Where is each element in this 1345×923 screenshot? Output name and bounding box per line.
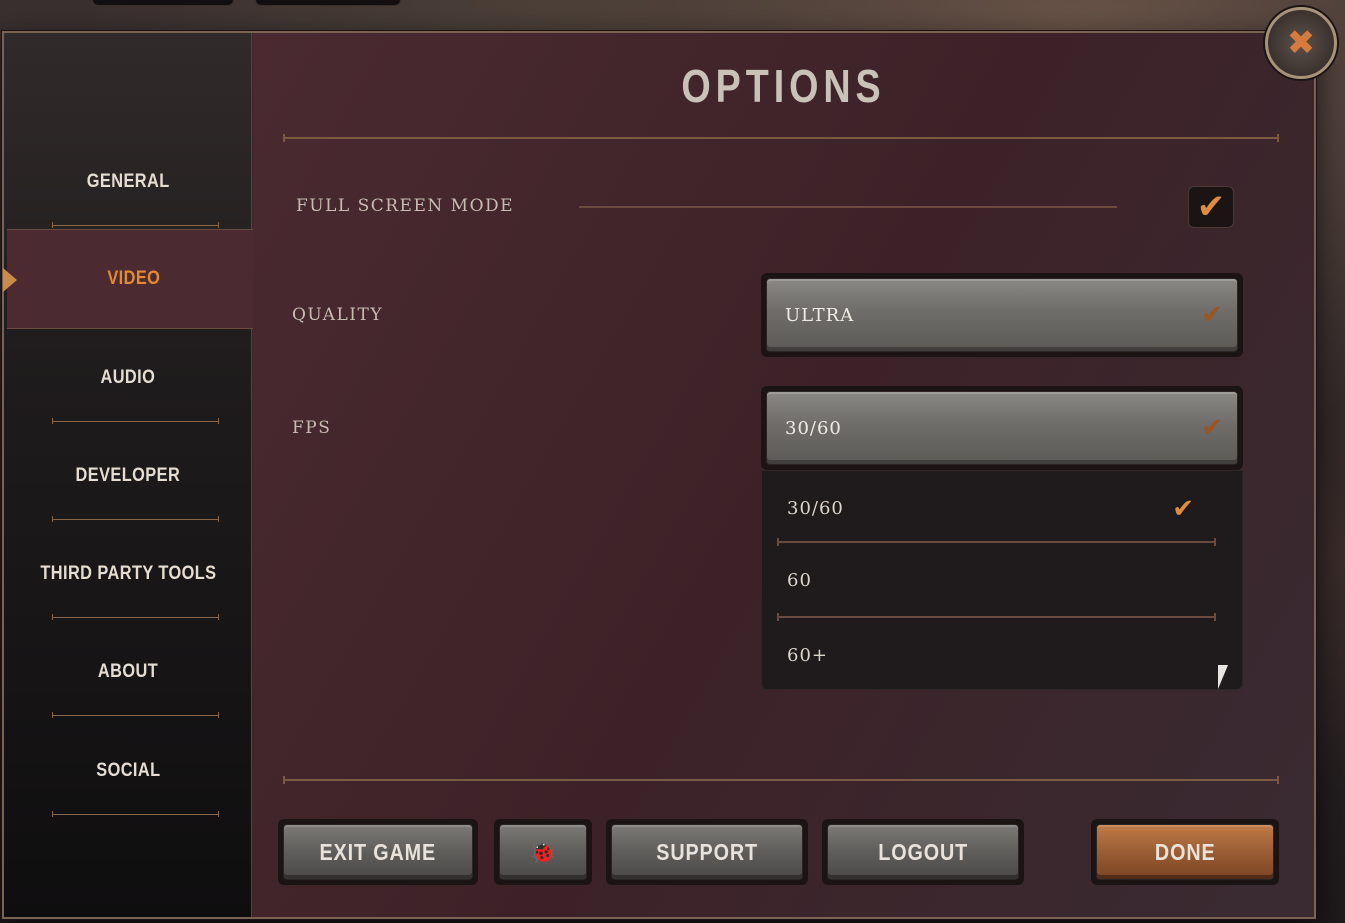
option-label: 30/60 — [787, 498, 844, 519]
divider — [52, 811, 219, 817]
hud-element — [255, 0, 401, 6]
done-button[interactable]: DONE — [1091, 819, 1279, 885]
options-dialog: GENERAL VIDEO AUDIO DEVELOPER THIRD PART… — [2, 31, 1316, 919]
fps-value: 30/60 — [785, 417, 842, 439]
checkmark-icon: ✔ — [1196, 187, 1226, 227]
options-content: OPTIONS FULL SCREEN MODE ✔ QUALITY ULTRA… — [253, 33, 1314, 917]
fps-option-60[interactable]: 60 — [762, 543, 1242, 618]
divider — [283, 776, 1279, 784]
support-button[interactable]: SUPPORT — [606, 819, 808, 885]
divider — [52, 614, 219, 620]
hud-element — [92, 0, 234, 6]
fullscreen-checkbox[interactable]: ✔ — [1188, 186, 1234, 228]
sidebar-item-social[interactable]: SOCIAL — [4, 722, 252, 820]
button-label: LOGOUT — [878, 838, 968, 865]
option-label: 60+ — [787, 645, 828, 666]
divider — [52, 418, 219, 424]
active-indicator-icon — [3, 268, 17, 292]
option-label: 60 — [787, 570, 812, 591]
sidebar-item-about[interactable]: ABOUT — [4, 623, 252, 721]
sidebar-item-label: DEVELOPER — [75, 465, 181, 486]
button-label: SUPPORT — [656, 838, 758, 865]
fullscreen-label: FULL SCREEN MODE — [296, 196, 515, 216]
button-label: EXIT GAME — [319, 838, 437, 865]
fps-label: FPS — [292, 418, 332, 438]
sidebar-item-label: AUDIO — [100, 367, 156, 388]
fps-option-60-plus[interactable]: 60+ — [762, 618, 1242, 693]
report-bug-button[interactable]: 🐞 — [494, 819, 592, 885]
exit-game-button[interactable]: EXIT GAME — [278, 819, 478, 885]
divider — [52, 516, 219, 522]
sidebar-item-general[interactable]: GENERAL — [4, 133, 252, 231]
sidebar-item-audio[interactable]: AUDIO — [4, 329, 252, 427]
page-title: OPTIONS — [681, 60, 886, 112]
sidebar-item-label: VIDEO — [107, 268, 161, 289]
divider — [579, 206, 1117, 208]
mouse-cursor-icon — [1218, 665, 1228, 689]
sidebar-item-label: GENERAL — [86, 171, 170, 192]
quality-dropdown[interactable]: ULTRA ✔ — [761, 273, 1243, 357]
fps-option-30-60[interactable]: 30/60 ✔ — [762, 471, 1242, 546]
options-sidebar: GENERAL VIDEO AUDIO DEVELOPER THIRD PART… — [3, 33, 261, 917]
close-icon: ✖ — [1286, 23, 1316, 63]
fps-dropdown[interactable]: 30/60 ✔ — [761, 386, 1243, 470]
sidebar-item-label: SOCIAL — [95, 760, 161, 781]
sidebar-item-label: ABOUT — [97, 661, 159, 682]
divider — [52, 222, 219, 228]
button-label: DONE — [1154, 838, 1216, 865]
quality-label: QUALITY — [292, 305, 384, 325]
checkmark-icon: ✔ — [1172, 493, 1194, 524]
divider — [52, 712, 219, 718]
sidebar-item-label: THIRD PARTY TOOLS — [39, 563, 217, 584]
sidebar-item-video[interactable]: VIDEO — [3, 229, 261, 329]
divider — [283, 134, 1279, 142]
chevron-down-icon: ✔ — [1201, 413, 1223, 443]
bug-icon: 🐞 — [529, 839, 557, 865]
quality-value: ULTRA — [785, 304, 855, 326]
chevron-down-icon: ✔ — [1201, 300, 1223, 330]
logout-button[interactable]: LOGOUT — [822, 819, 1024, 885]
sidebar-item-third-party-tools[interactable]: THIRD PARTY TOOLS — [4, 525, 252, 623]
fps-dropdown-menu: 30/60 ✔ 60 60+ — [761, 470, 1243, 690]
close-button[interactable]: ✖ — [1265, 7, 1337, 79]
sidebar-item-developer[interactable]: DEVELOPER — [4, 427, 252, 525]
